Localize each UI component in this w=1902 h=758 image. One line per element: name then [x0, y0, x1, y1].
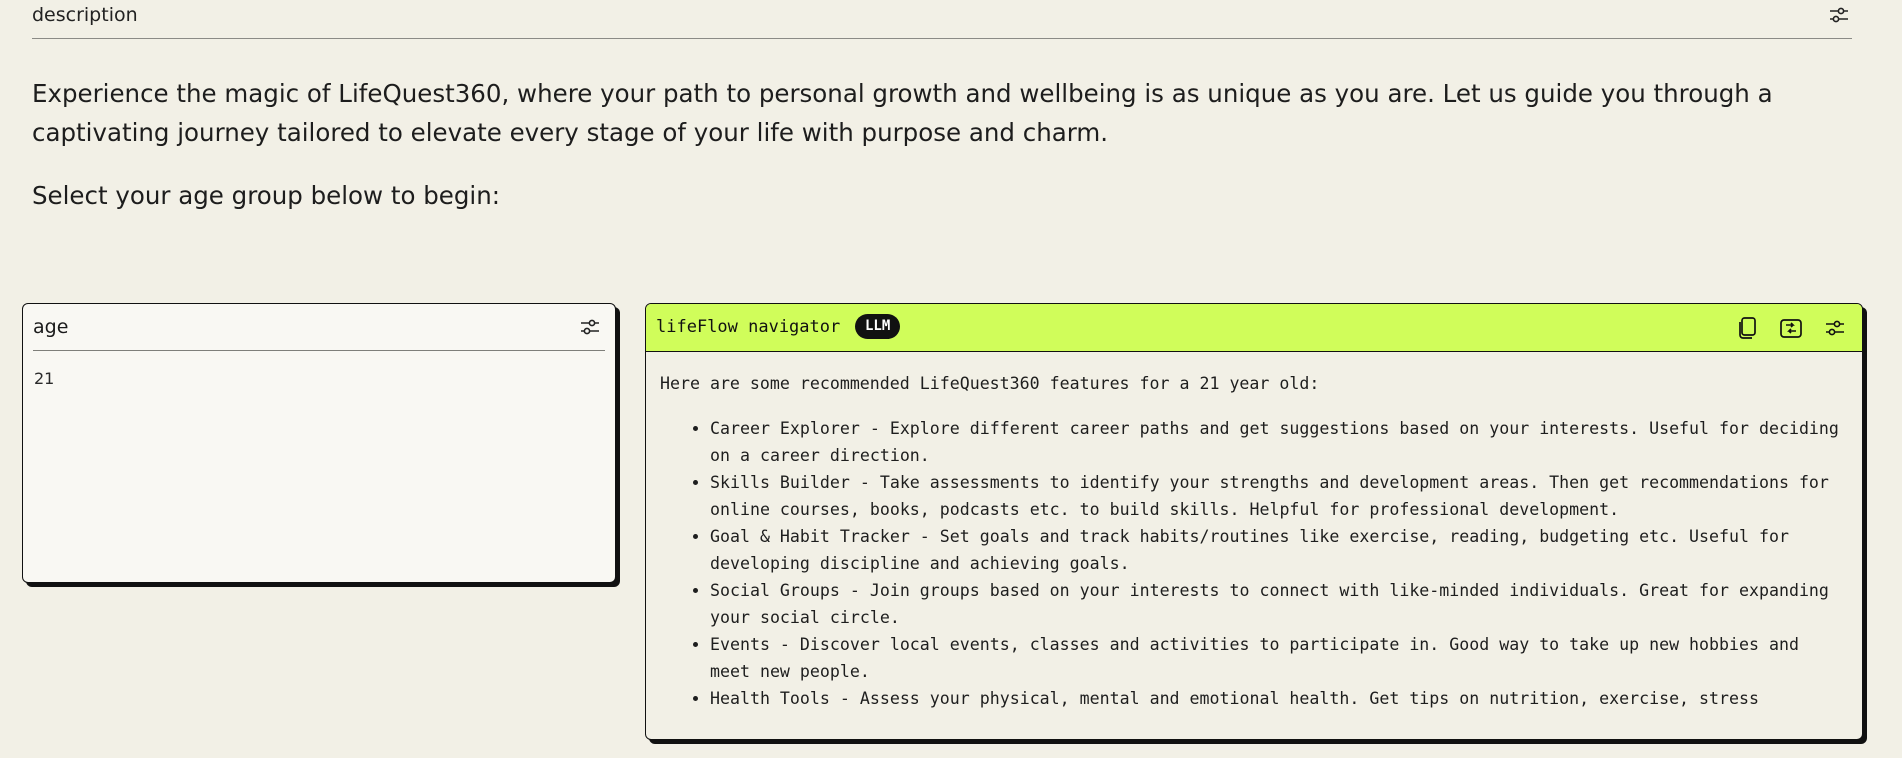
regenerate-button[interactable]: [1778, 315, 1804, 341]
age-prompt-text: Select your age group below to begin:: [32, 181, 501, 210]
regenerate-icon: [1780, 319, 1802, 338]
navigator-settings-button[interactable]: [1822, 315, 1848, 341]
age-panel: age 21: [22, 303, 616, 583]
navigator-toolbar: [1734, 315, 1848, 341]
list-item: Skills Builder - Take assessments to ide…: [710, 469, 1848, 523]
description-label: description: [32, 4, 138, 26]
description-settings-button[interactable]: [1826, 2, 1852, 28]
copy-button[interactable]: [1734, 315, 1760, 341]
navigator-output: Here are some recommended LifeQuest360 f…: [660, 370, 1848, 739]
feature-list: Career Explorer - Explore different care…: [660, 415, 1848, 712]
navigator-title: lifeFlow navigator: [656, 317, 841, 337]
age-value[interactable]: 21: [34, 369, 54, 388]
age-settings-button[interactable]: [577, 314, 603, 340]
navigator-intro: Here are some recommended LifeQuest360 f…: [660, 374, 1320, 393]
list-item: Career Explorer - Explore different care…: [710, 415, 1848, 469]
description-header: description: [32, 0, 1852, 39]
intro-text: Experience the magic of LifeQuest360, wh…: [32, 79, 1773, 147]
age-label: age: [33, 316, 69, 338]
list-item: Goal & Habit Tracker - Set goals and tra…: [710, 523, 1848, 577]
navigator-header: lifeFlow navigator LLM: [646, 304, 1862, 352]
list-item: Health Tools - Assess your physical, men…: [710, 685, 1848, 712]
sliders-icon: [1826, 320, 1844, 336]
sliders-icon: [1830, 7, 1848, 23]
llm-badge: LLM: [855, 314, 901, 339]
list-item: Events - Discover local events, classes …: [710, 631, 1848, 685]
navigator-panel: lifeFlow navigator LLM Here are some rec…: [645, 303, 1863, 740]
copy-icon: [1739, 317, 1756, 339]
sliders-icon: [581, 319, 599, 335]
list-item: Social Groups - Join groups based on you…: [710, 577, 1848, 631]
age-panel-header: age: [33, 304, 605, 351]
